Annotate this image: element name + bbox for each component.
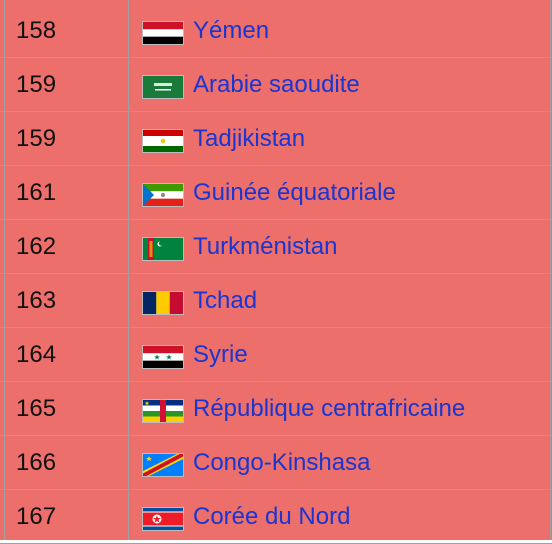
yemen-flag-icon (142, 21, 184, 45)
country-link[interactable]: Arabie saoudite (193, 58, 360, 112)
table-row: 164 Syrie (0, 328, 552, 382)
rank-cell: 159 (16, 125, 57, 152)
equatorial-guinea-flag-icon (142, 183, 184, 207)
rank-cell: 158 (16, 17, 57, 44)
country-link[interactable]: Guinée équatoriale (193, 166, 396, 220)
country-link[interactable]: Syrie (193, 328, 248, 382)
rank-cell: 161 (16, 179, 57, 206)
saudi-arabia-flag-icon (142, 75, 184, 99)
country-link[interactable]: Tchad (193, 274, 257, 328)
table-row: 165 République centrafricaine (0, 382, 552, 436)
north-korea-flag-icon (142, 507, 184, 531)
country-link[interactable]: Turkménistan (193, 220, 338, 274)
syria-flag-icon (142, 345, 184, 369)
rank-cell: 159 (16, 71, 57, 98)
table-row: 163 Tchad (0, 274, 552, 328)
country-link[interactable]: Tadjikistan (193, 112, 305, 166)
rank-cell: 163 (16, 287, 57, 314)
table-row: 166 Congo-Kinshasa (0, 436, 552, 490)
tajikistan-flag-icon (142, 129, 184, 153)
turkmenistan-flag-icon (142, 237, 184, 261)
table-row: 161 Guinée équatoriale (0, 166, 552, 220)
table-row: 159 Arabie saoudite (0, 58, 552, 112)
table-row: 167 Corée du Nord (0, 490, 552, 544)
country-link[interactable]: Congo-Kinshasa (193, 436, 370, 490)
table-row: 159 Tadjikistan (0, 112, 552, 166)
ranking-table: 158 Yémen 159 Arabie saoudite 159 Tadjik… (0, 0, 552, 544)
chad-flag-icon (142, 291, 184, 315)
rank-cell: 165 (16, 395, 57, 422)
table-row: 158 Yémen (0, 4, 552, 58)
rank-cell: 166 (16, 449, 57, 476)
table-row: 162 Turkménistan (0, 220, 552, 274)
dr-congo-flag-icon (142, 453, 184, 477)
rank-cell: 164 (16, 341, 57, 368)
rank-cell: 162 (16, 233, 57, 260)
country-link[interactable]: République centrafricaine (193, 382, 465, 436)
central-african-republic-flag-icon (142, 399, 184, 423)
rank-cell: 167 (16, 503, 57, 530)
country-link[interactable]: Yémen (193, 4, 269, 58)
country-link[interactable]: Corée du Nord (193, 490, 350, 544)
